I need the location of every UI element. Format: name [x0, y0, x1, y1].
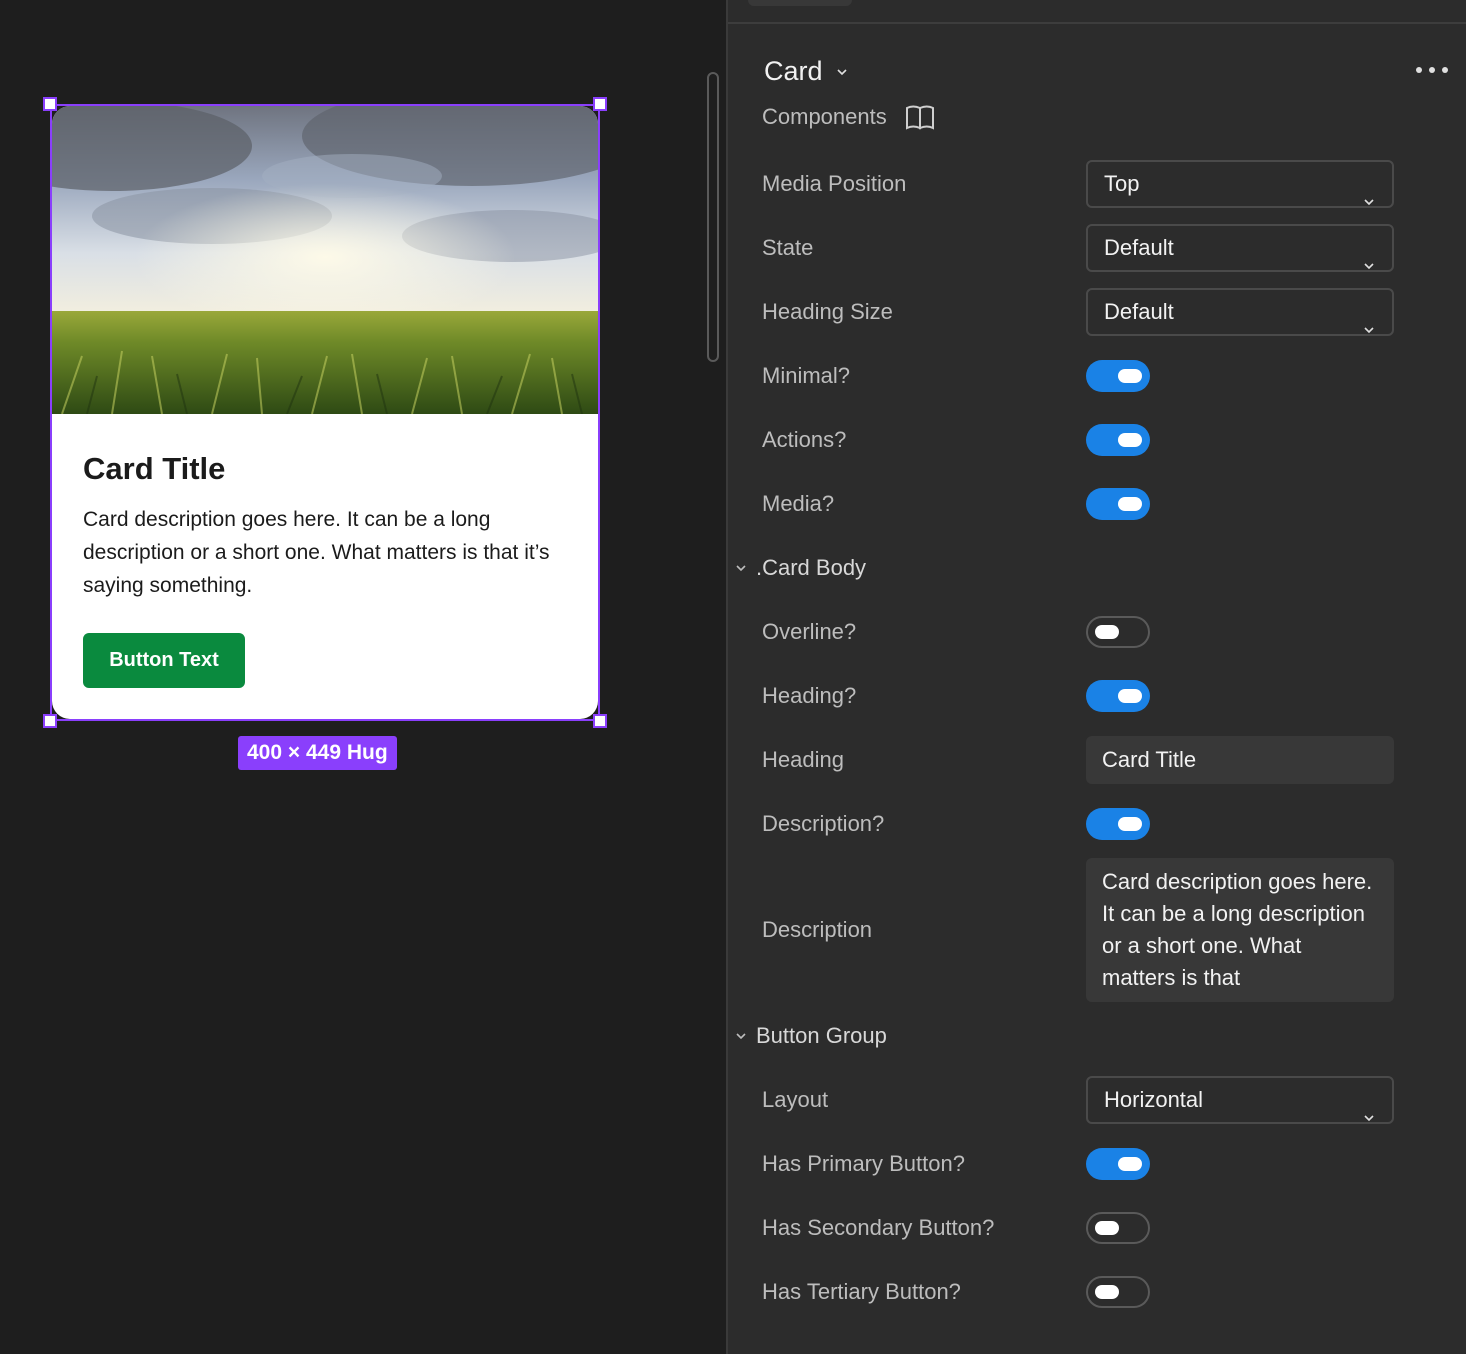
selection-outline [43, 97, 607, 728]
section-button-group[interactable]: Button Group [736, 1012, 887, 1060]
minimal-label: Minimal? [762, 363, 851, 388]
prop-has-tertiary-button: Has Tertiary Button? [762, 1268, 1394, 1316]
overline-label: Overline? [762, 619, 857, 644]
prop-layout: Layout Horizontal [762, 1076, 1394, 1124]
has-secondary-toggle[interactable] [1086, 1212, 1150, 1244]
chevron-down-icon [1364, 199, 1374, 206]
chevron-down-icon [736, 565, 746, 572]
prop-description: Description Card description goes here. … [762, 858, 1394, 1002]
minimal-toggle[interactable] [1086, 360, 1150, 392]
components-link[interactable]: Components [762, 104, 935, 130]
has-tertiary-toggle[interactable] [1086, 1276, 1150, 1308]
heading-label: Heading [762, 747, 844, 772]
prop-has-secondary-button: Has Secondary Button? [762, 1204, 1394, 1252]
component-name-dropdown[interactable]: Card [764, 56, 847, 87]
resize-handle-top-left[interactable] [43, 97, 57, 111]
canvas-scrollbar[interactable] [707, 72, 719, 362]
button-group-section-label: Button Group [756, 1023, 887, 1048]
properties-panel: Card Components Media Position Top State… [726, 0, 1466, 1354]
prop-actions: Actions? [762, 416, 1394, 464]
media-position-label: Media Position [762, 171, 907, 196]
heading-size-label: Heading Size [762, 299, 893, 324]
heading-size-select[interactable]: Default [1086, 288, 1394, 336]
panel-topbar [728, 0, 1466, 24]
has-primary-label: Has Primary Button? [762, 1151, 965, 1176]
heading-input[interactable]: Card Title [1086, 736, 1394, 784]
prop-heading-toggle: Heading? [762, 672, 1394, 720]
component-name: Card [764, 56, 823, 86]
prop-has-primary-button: Has Primary Button? [762, 1140, 1394, 1188]
design-canvas[interactable]: Card Title Card description goes here. I… [0, 0, 726, 1354]
has-secondary-label: Has Secondary Button? [762, 1215, 995, 1240]
layout-label: Layout [762, 1087, 829, 1112]
heading-toggle[interactable] [1086, 680, 1150, 712]
resize-handle-bottom-right[interactable] [593, 714, 607, 728]
state-label: State [762, 235, 814, 260]
media-label: Media? [762, 491, 835, 516]
more-options-icon[interactable] [1412, 62, 1452, 78]
resize-handle-bottom-left[interactable] [43, 714, 57, 728]
layout-value: Horizontal [1104, 1087, 1204, 1112]
actions-toggle[interactable] [1086, 424, 1150, 456]
has-tertiary-label: Has Tertiary Button? [762, 1279, 961, 1304]
components-label: Components [762, 104, 887, 129]
chevron-down-icon [736, 1033, 746, 1040]
chevron-down-icon [1364, 327, 1374, 334]
prop-description-toggle: Description? [762, 800, 1394, 848]
resize-handle-top-right[interactable] [593, 97, 607, 111]
heading-size-value: Default [1104, 299, 1174, 324]
prop-state: State Default [762, 224, 1394, 272]
media-position-select[interactable]: Top [1086, 160, 1394, 208]
section-card-body[interactable]: .Card Body [736, 544, 866, 592]
media-position-value: Top [1104, 171, 1140, 196]
card-body-section-label: .Card Body [756, 555, 867, 580]
prop-overline: Overline? [762, 608, 1394, 656]
state-value: Default [1104, 235, 1174, 260]
chevron-down-icon [1364, 1115, 1374, 1122]
description-label: Description [762, 917, 873, 942]
prop-minimal: Minimal? [762, 352, 1394, 400]
description-toggle-label: Description? [762, 811, 885, 836]
book-icon [905, 105, 934, 130]
has-primary-toggle[interactable] [1086, 1148, 1150, 1180]
chevron-down-icon [1364, 263, 1374, 270]
prop-media: Media? [762, 480, 1394, 528]
media-toggle[interactable] [1086, 488, 1150, 520]
prop-media-position: Media Position Top [762, 160, 1394, 208]
overline-toggle[interactable] [1086, 616, 1150, 648]
actions-label: Actions? [762, 427, 847, 452]
state-select[interactable]: Default [1086, 224, 1394, 272]
panel-tab[interactable] [748, 0, 852, 6]
size-badge: 400 × 449 Hug [238, 736, 397, 770]
description-textarea[interactable]: Card description goes here. It can be a … [1086, 858, 1394, 1002]
description-toggle[interactable] [1086, 808, 1150, 840]
prop-heading-size: Heading Size Default [762, 288, 1394, 336]
layout-select[interactable]: Horizontal [1086, 1076, 1394, 1124]
chevron-down-icon [836, 68, 847, 75]
heading-toggle-label: Heading? [762, 683, 857, 708]
prop-heading: Heading Card Title [762, 736, 1394, 784]
